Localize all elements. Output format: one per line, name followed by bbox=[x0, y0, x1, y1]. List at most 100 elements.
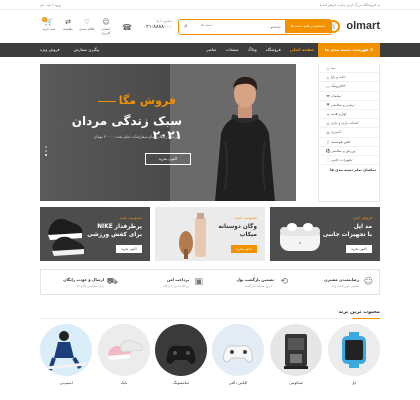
banner-title: وگان دوستانه میکاپ bbox=[218, 224, 257, 238]
features-strip: ☺ رضایتمندی مشتری تضمین بازپرداخت وجه ⟲ … bbox=[40, 269, 380, 295]
nav-item-blog[interactable]: وبلاگ bbox=[248, 43, 257, 57]
chevron-left-icon: ‹ bbox=[346, 112, 348, 117]
sidebar-item-label: الکترونیک bbox=[331, 84, 345, 89]
chevron-left-icon: ‹ bbox=[350, 139, 352, 144]
feature-title: پرداخت امن bbox=[166, 277, 189, 282]
feature-subtitle: پرداخت امن با درگاه bbox=[163, 284, 190, 288]
nav-item-shop[interactable]: فروشگاه bbox=[266, 43, 281, 57]
sidebar-item-home-garden[interactable]: ⌂ خانه و باغ ‹ bbox=[319, 73, 379, 83]
feature-satisfaction: ☺ رضایتمندی مشتری تضمین بازپرداخت وجه bbox=[294, 270, 379, 296]
sidebar-item-fashion[interactable]: ◇ مد ‹ bbox=[319, 64, 379, 74]
account-button[interactable]: ☺ حساب کاربری bbox=[97, 18, 115, 35]
brand-apple[interactable]: اپل bbox=[328, 324, 380, 392]
nav-order-tracking[interactable]: پیگیری سفارش bbox=[74, 43, 100, 57]
cart-button[interactable]: 🛒 0 سبد خرید bbox=[40, 17, 58, 31]
brand-image bbox=[40, 324, 92, 376]
airpods-image bbox=[280, 223, 320, 251]
banner-vegan[interactable]: محبوبیت جدید وگان دوستانه میکاپ اکنون بخر… bbox=[155, 207, 265, 261]
chevron-left-icon: ‹ bbox=[352, 157, 354, 162]
nav-item-elements[interactable]: عناصر bbox=[206, 43, 216, 57]
sidebar-item-gifts[interactable]: ✦ لوازم هدیه ‹ bbox=[319, 110, 379, 120]
sidebar-item-label: زیبایی و سلامتی bbox=[331, 102, 355, 107]
view-all-categories-link[interactable]: تماشای تمام دسته بندی ها bbox=[319, 165, 379, 175]
sidebar-item-sports[interactable]: ⚽ ورزش و سلامتی ‹ bbox=[319, 147, 379, 156]
nav-item-home[interactable]: صفحه اصلی bbox=[290, 43, 314, 57]
hero-model-image bbox=[215, 76, 275, 201]
feature-subtitle: تضمین بازپرداخت وجه bbox=[331, 284, 359, 288]
chevron-left-icon: ‹ bbox=[344, 84, 347, 89]
money-back-icon: ⟲ bbox=[280, 277, 288, 287]
satisfaction-icon: ☺ bbox=[363, 277, 373, 287]
hero-shop-now-button[interactable]: اکنون بخرید bbox=[145, 153, 191, 165]
sidebar-item-label: مد bbox=[331, 66, 335, 71]
sidebar-item-toys[interactable]: ◎ اسباب بازی و بازی ‹ bbox=[319, 119, 379, 129]
brand-name: شیائومی bbox=[289, 380, 303, 385]
brand-snap[interactable]: اسنپ‌بی bbox=[40, 324, 92, 392]
sidebar-item-beauty[interactable]: ♥ زیبایی و سلامتی ‹ bbox=[319, 101, 379, 110]
header-icons: 🛒 0 سبد خرید ⇄ مقایسه ♡ علاقه مندی ☺ حسا… bbox=[40, 17, 116, 38]
search-category-dropdown[interactable]: جستجو در همه دسته ها bbox=[285, 20, 331, 33]
sidebar-item-smartphone[interactable]: ▯ تلفن هوشمند ‹ bbox=[319, 138, 379, 147]
categories-menu-button[interactable]: ☰ فهرست دسته بندی ها bbox=[318, 43, 380, 57]
sidebar-item-furniture[interactable]: ▬ مبلمان ‹ bbox=[319, 92, 379, 101]
phone-contact: تماس با ما ۰۲۱-۸۸۸۸۰۰۰ ☎ bbox=[122, 19, 172, 37]
cart-label: سبد خرید bbox=[42, 27, 56, 31]
brand-elias[interactable]: الیاس دالتی bbox=[212, 324, 264, 392]
hero-divider bbox=[98, 101, 116, 102]
slider-dot-active[interactable] bbox=[45, 154, 47, 156]
compare-label: مقایسه bbox=[63, 27, 73, 31]
logo[interactable]: 🛒 olmart bbox=[326, 18, 380, 36]
brand-xiaomi[interactable]: شیائومی bbox=[270, 324, 322, 392]
account-label: حساب کاربری bbox=[101, 27, 111, 35]
wishlist-button[interactable]: ♡ علاقه مندی bbox=[78, 18, 96, 31]
banner-tag: محبوبیت جدید bbox=[119, 215, 142, 220]
slider-dot[interactable] bbox=[45, 150, 47, 152]
main-nav: ☰ فهرست دسته بندی ها صفحه اصلی فروشگاه و… bbox=[0, 43, 420, 57]
sidebar-item-label: تجهیزات جانبی bbox=[331, 157, 353, 162]
feature-subtitle: ۳۰ روز ضمانت بازگشت bbox=[244, 284, 274, 288]
nav-special-sale[interactable]: فروش ویژه bbox=[40, 43, 60, 57]
heartbeat-icon: ♥ bbox=[326, 102, 330, 108]
sidebar-item-electronics[interactable]: ▭ الکترونیک ‹ bbox=[319, 82, 379, 92]
compare-button[interactable]: ⇄ مقایسه bbox=[59, 18, 77, 31]
search-select[interactable]: دسته ها bbox=[201, 23, 212, 27]
chevron-left-icon: ‹ bbox=[358, 121, 360, 126]
feature-free-shipping: ⛟ ارسال و عودت رایگان برای سفارش بالای ۹… bbox=[39, 270, 124, 296]
top-bar: به فروشگاه بزرگ ایزی مارت خوش آمدید ورود… bbox=[0, 0, 420, 10]
sidebar-item-accessories[interactable]: ◌ تجهیزات جانبی ‹ bbox=[319, 156, 379, 166]
cart-badge: 0 bbox=[42, 17, 47, 22]
brand-image bbox=[212, 324, 264, 376]
logo-text: olmart bbox=[346, 20, 380, 32]
banner-tag: فروش ابدی bbox=[353, 215, 372, 220]
banner-shop-button[interactable]: اکنون بخرید bbox=[116, 245, 142, 253]
login-link[interactable]: ورود / ثبت نام bbox=[40, 3, 61, 7]
slider-dots[interactable] bbox=[45, 144, 47, 158]
chevron-left-icon: ‹ bbox=[355, 148, 357, 153]
sidebar-item-label: لوازم هدیه bbox=[331, 112, 347, 117]
shirt-icon: ◇ bbox=[326, 65, 330, 71]
search-icon[interactable]: ⌕ bbox=[184, 22, 188, 31]
heading-underline bbox=[352, 318, 380, 319]
nav-item-pages[interactable]: صفحات bbox=[226, 43, 239, 57]
search-input[interactable] bbox=[211, 22, 281, 31]
compare-icon: ⇄ bbox=[65, 18, 71, 26]
banner-nike[interactable]: محبوبیت جدید پرطرفدار NIKE برای کفش ورزشی… bbox=[40, 207, 150, 261]
sidebar-item-label: ورزش و سلامتی bbox=[331, 148, 356, 153]
chevron-left-icon: ‹ bbox=[345, 75, 347, 80]
banner-apple[interactable]: فروش ابدی مد اپل با تجهیزات جانبی اکنون ب… bbox=[270, 207, 380, 261]
sidebar-item-cooking[interactable]: ◍ آشپزی ‹ bbox=[319, 128, 379, 138]
brand-samsung[interactable]: سامسونگ bbox=[155, 324, 207, 392]
brand-name: اپل bbox=[351, 380, 357, 385]
sidebar-item-label: آشپزی bbox=[331, 130, 341, 135]
brand-nike[interactable]: نایک bbox=[98, 324, 150, 392]
cosmetics-image bbox=[179, 213, 206, 259]
cooking-icon: ◍ bbox=[326, 129, 330, 135]
laptop-icon: ▭ bbox=[326, 83, 330, 89]
banner-shop-button[interactable]: اکنون بخرید bbox=[346, 245, 372, 253]
feature-money-back: ⟲ تضمین بازگشت پول ۳۰ روز ضمانت بازگشت bbox=[209, 270, 294, 296]
brand-image bbox=[328, 324, 380, 376]
user-icon: ☺ bbox=[102, 18, 110, 26]
slider-dot[interactable] bbox=[45, 146, 47, 148]
phone-icon: ▯ bbox=[326, 139, 330, 145]
banner-shop-button[interactable]: اکنون بخرید bbox=[231, 245, 257, 253]
